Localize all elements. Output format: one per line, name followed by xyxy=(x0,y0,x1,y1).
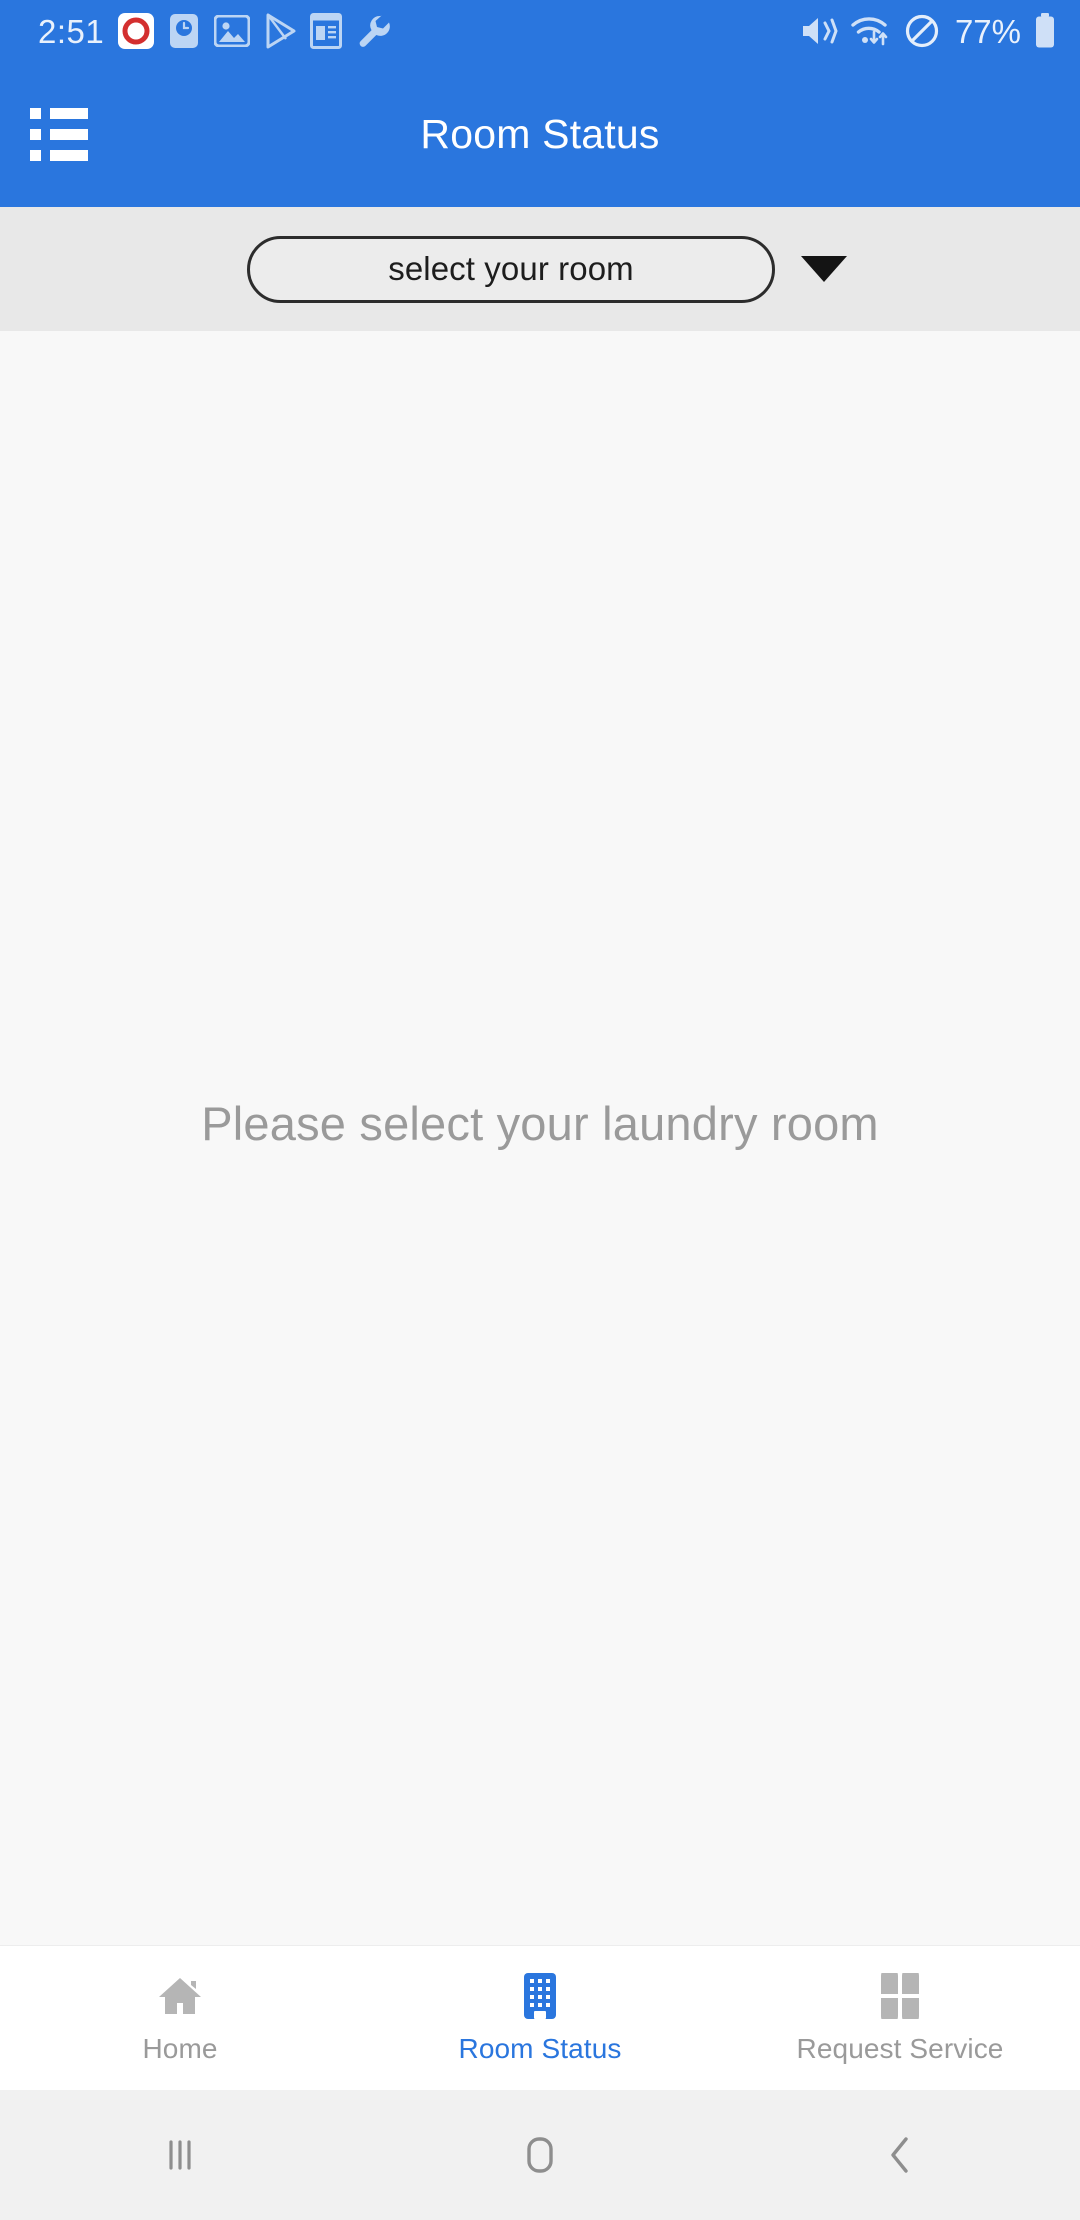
page-title: Room Status xyxy=(420,111,660,157)
room-selector-bar: select your room xyxy=(0,207,1080,331)
empty-state-message: Please select your laundry room xyxy=(201,1096,879,1150)
status-bar-left: 2:51 xyxy=(38,13,392,49)
menu-line xyxy=(30,150,88,161)
battery-icon xyxy=(1034,13,1056,49)
app-logo-icon xyxy=(118,13,155,49)
main-content: Please select your laundry room xyxy=(0,331,1080,1945)
menu-bullet xyxy=(30,108,41,119)
clover-grid-icon xyxy=(876,1972,924,2020)
phone-screen: 2:51 77% Room Status select your room Pl… xyxy=(0,0,1080,2220)
status-bar: 2:51 77% xyxy=(0,0,1080,62)
nav-item-request-service[interactable]: Request Service xyxy=(720,1972,1080,2065)
mute-vibrate-icon xyxy=(800,14,838,48)
menu-bullet xyxy=(30,129,41,140)
clock-icon xyxy=(168,13,200,49)
nav-label-home: Home xyxy=(142,2032,218,2064)
status-bar-right: 77% xyxy=(800,13,1056,49)
menu-line-bar xyxy=(50,108,88,119)
wrench-tool-icon xyxy=(356,13,392,49)
back-chevron-icon[interactable] xyxy=(720,2126,1080,2184)
menu-line xyxy=(30,108,88,119)
nav-item-home[interactable]: Home xyxy=(0,1972,360,2065)
menu-line-bar xyxy=(50,129,88,140)
nav-item-room-status[interactable]: Room Status xyxy=(360,1972,720,2065)
app-bar: Room Status xyxy=(0,62,1080,207)
home-square-icon[interactable] xyxy=(360,2126,720,2184)
nav-label-room-status: Room Status xyxy=(458,2032,622,2064)
menu-line xyxy=(30,129,88,140)
gallery-image-icon xyxy=(214,15,251,47)
play-store-icon xyxy=(264,13,296,49)
list-menu-icon[interactable] xyxy=(26,107,92,163)
bottom-navigation: Home Room Status Request Service xyxy=(0,1945,1080,2090)
status-bar-clock: 2:51 xyxy=(38,12,105,50)
home-icon xyxy=(156,1972,204,2020)
menu-bullet xyxy=(30,150,41,161)
building-icon xyxy=(516,1972,564,2020)
do-not-disturb-icon xyxy=(904,13,940,49)
nav-label-request-service: Request Service xyxy=(796,2032,1004,2064)
android-system-nav xyxy=(0,2090,1080,2220)
menu-line-bar xyxy=(50,150,88,161)
battery-percent-label: 77% xyxy=(954,12,1021,50)
news-reader-icon xyxy=(310,13,343,49)
recents-icon[interactable] xyxy=(0,2128,360,2182)
room-select-input[interactable]: select your room xyxy=(247,235,775,303)
chevron-down-icon[interactable] xyxy=(801,256,847,282)
wifi-data-transfer-icon xyxy=(851,14,891,48)
